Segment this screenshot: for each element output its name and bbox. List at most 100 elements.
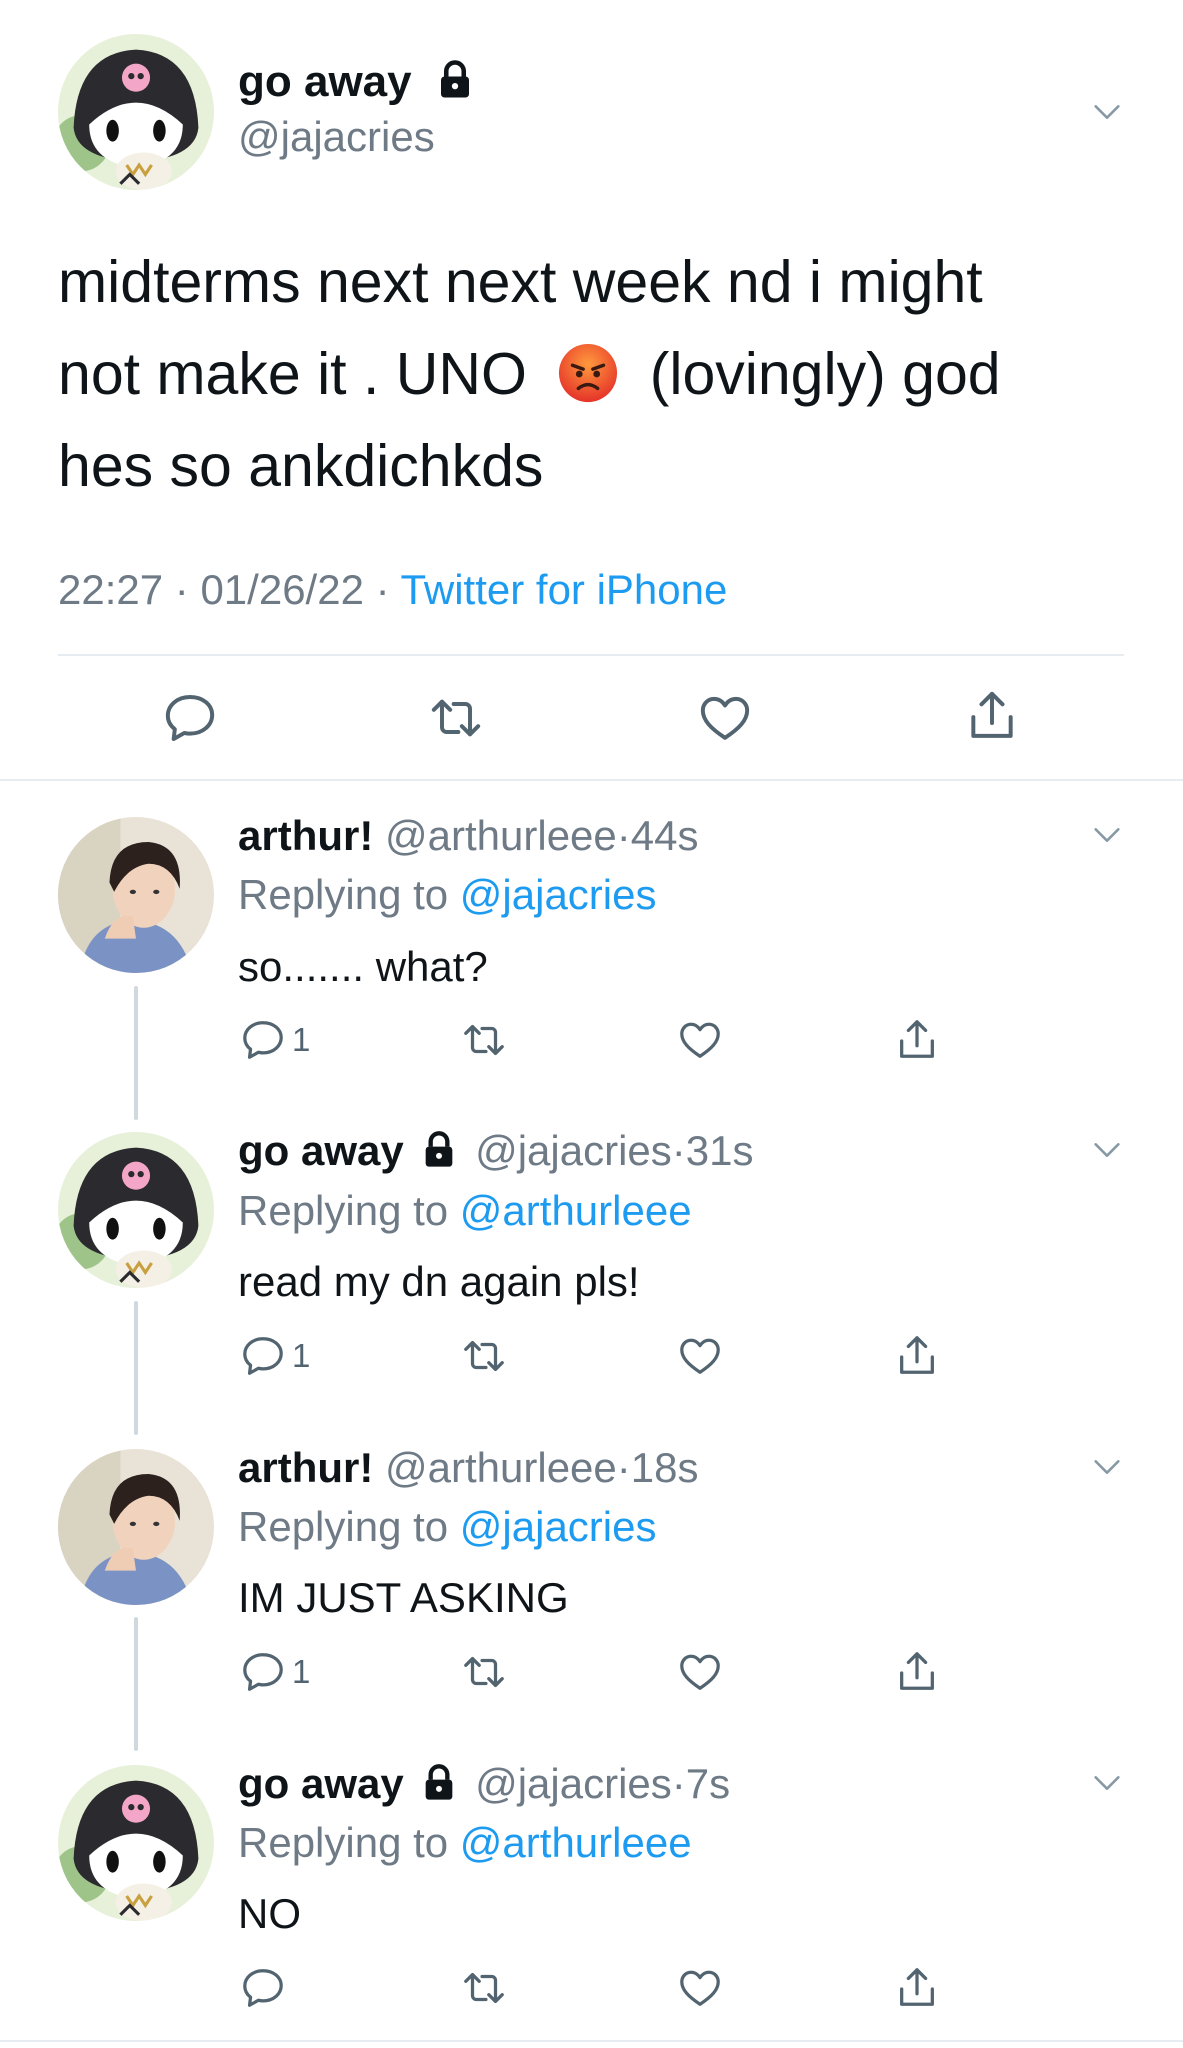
like-button[interactable] — [676, 1649, 724, 1695]
replying-label: Replying to — [238, 1819, 449, 1866]
author-handle[interactable]: @jajacries — [475, 1760, 672, 1807]
kuromi-avatar-image — [58, 1765, 214, 1921]
like-button[interactable] — [676, 1965, 724, 2011]
arthur-avatar-image — [58, 817, 214, 973]
tweet-text: midterms next next week nd i might not m… — [58, 236, 1138, 512]
author-handle[interactable]: @jajacries — [475, 1127, 672, 1174]
chevron-down-icon[interactable] — [1090, 1133, 1124, 1167]
reply-timestamp: 18s — [630, 1444, 699, 1491]
share-button[interactable] — [894, 1965, 940, 2011]
chevron-down-icon[interactable] — [1090, 1766, 1124, 1800]
share-button[interactable] — [894, 1017, 940, 1063]
share-icon — [894, 1965, 940, 2011]
tweet-date: 01/26/22 — [200, 566, 364, 613]
reply-text: so....... what? — [238, 943, 488, 990]
like-button[interactable] — [676, 1333, 724, 1379]
meta-separator: · — [375, 566, 390, 613]
reply-icon — [162, 690, 218, 746]
tweet-text-segment: not make it . UNO — [58, 341, 527, 407]
meta-separator: · — [671, 1760, 686, 1807]
like-button[interactable] — [696, 690, 754, 746]
replying-to: Replying to @arthurleee — [238, 1186, 692, 1236]
reply-icon — [240, 1017, 286, 1063]
thread-line — [134, 1617, 138, 1751]
chevron-down-icon[interactable] — [1090, 1450, 1124, 1484]
kuromi-avatar-image — [58, 34, 214, 190]
display-name[interactable]: go away — [238, 1760, 404, 1807]
author-handle[interactable]: @jajacries — [238, 112, 435, 162]
reply-text: read my dn again pls! — [238, 1258, 640, 1305]
share-icon — [894, 1333, 940, 1379]
display-name[interactable]: arthur! — [238, 1444, 373, 1491]
avatar[interactable] — [58, 1765, 214, 1921]
share-icon — [894, 1017, 940, 1063]
share-icon — [894, 1649, 940, 1695]
display-name[interactable]: go away — [238, 1127, 404, 1174]
display-name[interactable]: arthur! — [238, 812, 373, 859]
like-icon — [676, 1649, 724, 1695]
replying-to: Replying to @jajacries — [238, 1502, 657, 1552]
meta-separator: · — [671, 1127, 686, 1174]
reply-button[interactable] — [240, 1965, 292, 2011]
chevron-down-icon[interactable] — [1090, 818, 1124, 852]
avatar[interactable] — [58, 34, 214, 190]
replying-to-link[interactable]: @jajacries — [460, 871, 657, 918]
replying-label: Replying to — [238, 1187, 449, 1234]
like-icon — [676, 1333, 724, 1379]
divider — [58, 654, 1124, 656]
reply-count: 1 — [292, 1337, 311, 1374]
avatar[interactable] — [58, 1449, 214, 1605]
thread-line — [134, 1301, 138, 1435]
replying-to-link[interactable]: @jajacries — [460, 1503, 657, 1550]
reply-header: go away @jajacries·7s — [238, 1759, 730, 1809]
like-icon — [676, 1965, 724, 2011]
share-button[interactable] — [894, 1333, 940, 1379]
lock-icon — [419, 1130, 459, 1170]
retweet-button[interactable] — [459, 1965, 509, 2011]
reply-count: 1 — [292, 1021, 311, 1058]
meta-separator: · — [174, 566, 189, 613]
tweet-meta: 22:27 · 01/26/22 · Twitter for iPhone — [58, 565, 727, 615]
like-icon — [676, 1017, 724, 1063]
tweet-text-segment: (lovingly) god — [649, 341, 1001, 407]
avatar[interactable] — [58, 817, 214, 973]
kuromi-avatar-image — [58, 1132, 214, 1288]
reply-icon — [240, 1333, 286, 1379]
share-icon — [964, 688, 1020, 744]
author-handle[interactable]: @arthurleee — [385, 1444, 617, 1491]
retweet-button[interactable] — [459, 1333, 509, 1379]
divider — [0, 779, 1183, 781]
meta-separator: · — [616, 812, 631, 859]
replying-to-link[interactable]: @arthurleee — [460, 1819, 692, 1866]
reply-button[interactable] — [162, 690, 218, 746]
retweet-icon — [459, 1649, 509, 1695]
reply-timestamp: 44s — [630, 812, 699, 859]
retweet-icon — [426, 690, 486, 746]
tweet-text-line: midterms next next week nd i might — [58, 249, 983, 315]
retweet-button[interactable] — [459, 1649, 509, 1695]
arthur-avatar-image — [58, 1449, 214, 1605]
reply-button[interactable]: 1 — [240, 1017, 310, 1063]
author-name-row[interactable]: go away — [238, 56, 476, 108]
like-button[interactable] — [676, 1017, 724, 1063]
tweet-source-link[interactable]: Twitter for iPhone — [401, 566, 728, 613]
share-button[interactable] — [894, 1649, 940, 1695]
retweet-icon — [459, 1017, 509, 1063]
meta-separator: · — [616, 1444, 631, 1491]
thread-line — [134, 986, 138, 1120]
retweet-button[interactable] — [426, 690, 486, 746]
reply-button[interactable]: 1 — [240, 1333, 310, 1379]
retweet-icon — [459, 1965, 509, 2011]
retweet-button[interactable] — [459, 1017, 509, 1063]
replying-to-link[interactable]: @arthurleee — [460, 1187, 692, 1234]
lock-icon — [419, 1763, 459, 1803]
share-button[interactable] — [964, 688, 1020, 744]
lock-icon — [434, 59, 476, 101]
reply-timestamp: 7s — [685, 1760, 731, 1807]
author-handle[interactable]: @arthurleee — [385, 812, 617, 859]
avatar[interactable] — [58, 1132, 214, 1288]
display-name[interactable]: go away — [238, 57, 412, 106]
reply-button[interactable]: 1 — [240, 1649, 310, 1695]
chevron-down-icon[interactable] — [1090, 95, 1124, 129]
like-icon — [696, 690, 754, 746]
